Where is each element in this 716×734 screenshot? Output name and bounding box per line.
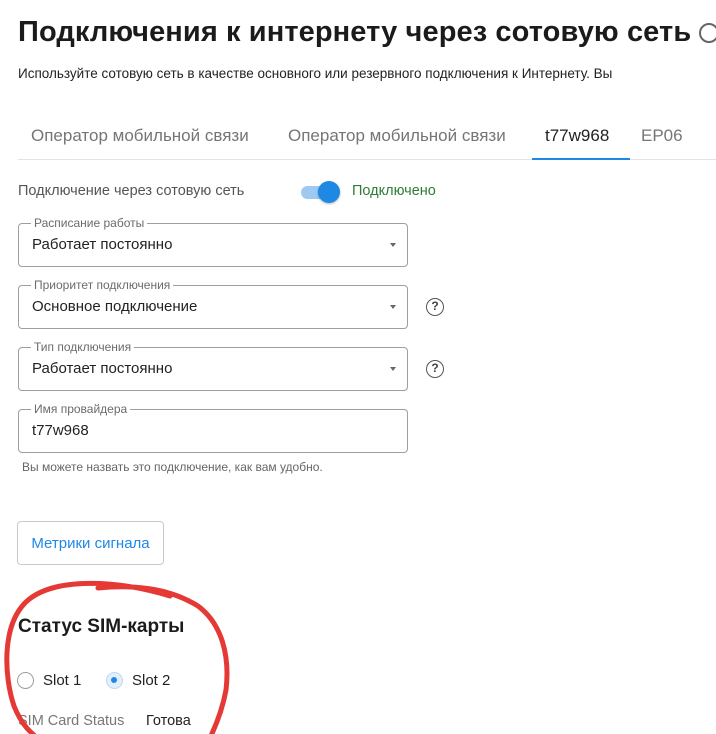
tab-carrier-2[interactable]: Оператор мобильной связи <box>288 126 506 146</box>
title-help-icon[interactable] <box>699 23 716 44</box>
connection-type-value: Работает постоянно <box>32 360 173 377</box>
cellular-connection-row: Подключение через сотовую сеть Подключен… <box>18 180 478 206</box>
schedule-label: Расписание работы <box>31 215 148 231</box>
provider-name-input[interactable]: Имя провайдера t77w968 <box>18 401 408 453</box>
connection-type-help-icon[interactable]: ? <box>426 360 444 378</box>
slot-1-radio-circle <box>17 672 34 689</box>
priority-label: Приоритет подключения <box>31 277 174 293</box>
tab-carrier-1[interactable]: Оператор мобильной связи <box>31 126 249 146</box>
priority-help-icon[interactable]: ? <box>426 298 444 316</box>
signal-metrics-button[interactable]: Метрики сигнала <box>17 521 164 565</box>
schedule-select[interactable]: Расписание работы Работает постоянно <box>18 215 408 267</box>
priority-select[interactable]: Приоритет подключения Основное подключен… <box>18 277 408 329</box>
sim-status-heading: Статус SIM-карты <box>18 616 185 637</box>
caret-down-icon <box>390 367 396 371</box>
connection-status: Подключено <box>352 183 436 199</box>
page-description: Используйте сотовую сеть в качестве осно… <box>18 66 613 81</box>
tab-ep06[interactable]: EP06 <box>641 126 683 146</box>
slot-1-label: Slot 1 <box>43 672 82 689</box>
tab-t77w968[interactable]: t77w968 <box>545 126 609 146</box>
slot-2-radio-circle <box>106 672 123 689</box>
provider-name-hint: Вы можете назвать это подключение, как в… <box>22 460 323 474</box>
sim-card-status-label: SIM Card Status <box>18 713 125 729</box>
page-title: Подключения к интернету через сотовую се… <box>18 16 716 49</box>
active-tab-indicator <box>532 158 630 160</box>
caret-down-icon <box>390 243 396 247</box>
connection-type-select[interactable]: Тип подключения Работает постоянно <box>18 339 408 391</box>
sim-card-status-value: Готова <box>146 713 191 729</box>
cellular-connection-label: Подключение через сотовую сеть <box>18 183 245 199</box>
provider-name-value: t77w968 <box>32 422 89 439</box>
slot-1-radio[interactable]: Slot 1 <box>17 668 87 692</box>
priority-value: Основное подключение <box>32 298 198 315</box>
cellular-connection-toggle[interactable] <box>300 181 340 203</box>
connection-type-label: Тип подключения <box>31 339 135 355</box>
toggle-thumb <box>318 181 340 203</box>
red-marker-circle <box>4 580 230 734</box>
slot-2-label: Slot 2 <box>132 672 171 689</box>
caret-down-icon <box>390 305 396 309</box>
carrier-tabs: Оператор мобильной связи Оператор мобиль… <box>18 116 716 160</box>
provider-name-label: Имя провайдера <box>31 401 131 417</box>
slot-2-radio[interactable]: Slot 2 <box>106 668 186 692</box>
page-title-text: Подключения к интернету через сотовую се… <box>18 16 692 48</box>
schedule-value: Работает постоянно <box>32 236 173 253</box>
